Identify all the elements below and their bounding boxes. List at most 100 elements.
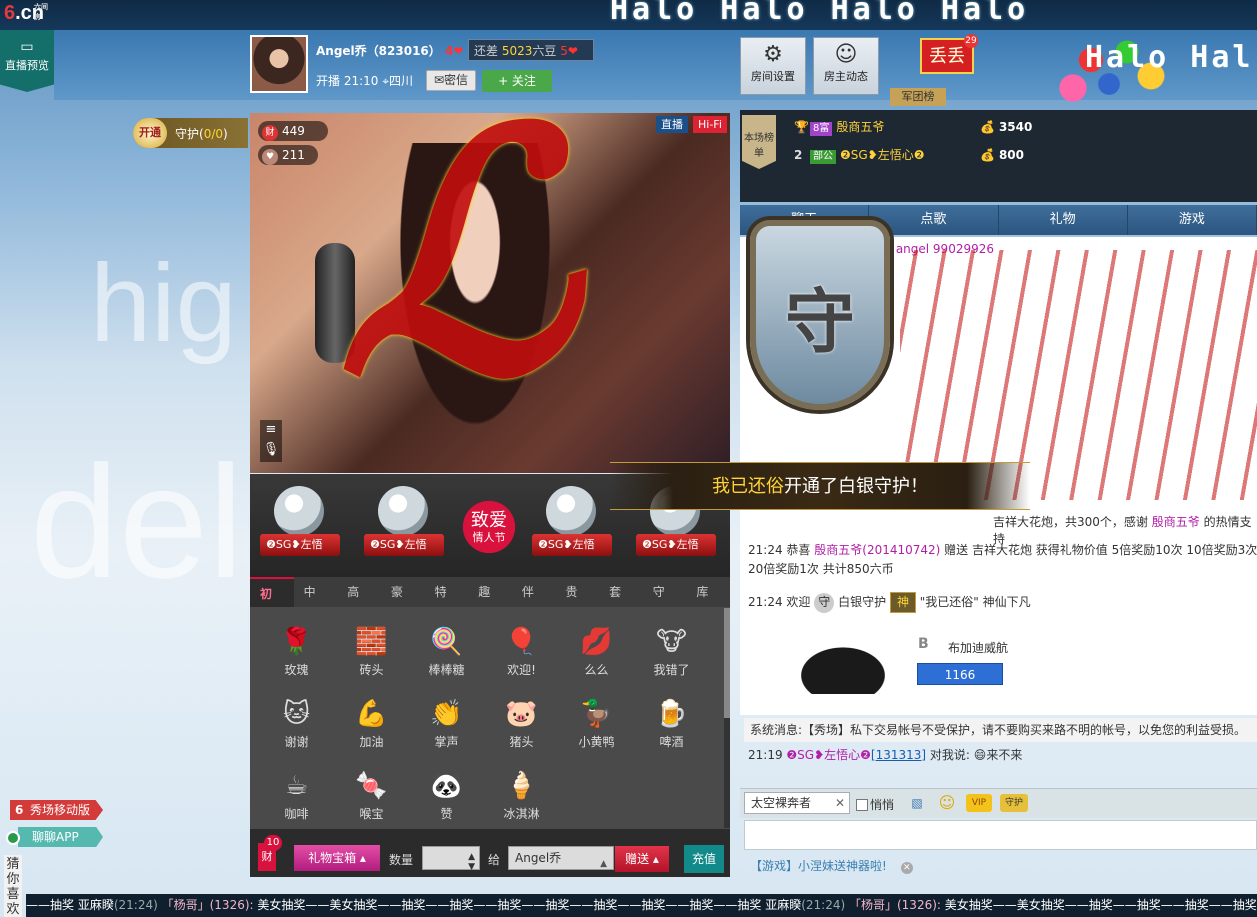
gift-name: 玫瑰: [284, 663, 309, 677]
site-logo[interactable]: 6.cn 六间房: [4, 2, 54, 28]
crystal-ball-gift[interactable]: ❷SG❥左悟: [528, 486, 616, 564]
gift-item[interactable]: ☕ 咖啡: [259, 753, 334, 825]
fan-group-rank-button[interactable]: 军团榜: [890, 88, 946, 106]
crystal-ball-gift[interactable]: ❷SG❥左悟: [360, 486, 448, 564]
guard-shield-effect: 守: [700, 180, 940, 450]
mic-icon[interactable]: 🎙: [260, 440, 282, 460]
gift-item[interactable]: 🐮 我错了: [634, 609, 709, 681]
rank-row[interactable]: 2 部公 ❷SG❥左悟心❷ 💰 800: [794, 144, 1094, 166]
scroll-thumb[interactable]: [724, 608, 730, 718]
room-settings-button[interactable]: ⚙ 房间设置: [740, 37, 806, 95]
quantity-input[interactable]: ▲ ▼: [422, 846, 480, 872]
gift-tab[interactable]: 库存: [686, 577, 730, 629]
room-marquee: Halo Halo Halo Halo: [610, 0, 1030, 27]
stepper-icon[interactable]: ▲ ▼: [468, 852, 475, 872]
gift-item[interactable]: 🎈 欢迎!: [484, 609, 559, 681]
gift-tab[interactable]: 高级: [337, 577, 381, 629]
wealth-button[interactable]: 财 10: [258, 835, 282, 871]
gift-icon: 💪: [355, 699, 388, 729]
user-icon: ☺: [834, 42, 858, 67]
menu-icon[interactable]: ≡: [260, 420, 282, 440]
coins-icon: 💰: [980, 148, 995, 162]
gift-tab[interactable]: 初级: [250, 577, 294, 631]
chat-message: 21:24 恭喜 殷商五爷(201410742) 赠送 吉祥大花炮 获得礼物价值…: [748, 543, 1257, 576]
gift-tab[interactable]: 伴舞: [512, 577, 556, 629]
gift-treasure-button[interactable]: 礼物宝箱 ▴: [294, 845, 380, 871]
gift-item[interactable]: 🐱 谢谢: [259, 681, 334, 753]
car-name: 布加迪威航: [948, 641, 1009, 655]
gift-tab[interactable]: 特殊: [425, 577, 469, 629]
gift-item[interactable]: 🐷 猪头: [484, 681, 559, 753]
user-id-link[interactable]: [131313]: [871, 748, 926, 762]
image-icon[interactable]: ▧: [906, 794, 928, 812]
valentines-badge[interactable]: 致爱 情人节: [457, 498, 521, 556]
gift-icon: 🐱: [282, 699, 311, 729]
guard-icon[interactable]: 守护: [1000, 794, 1028, 812]
gift-item[interactable]: 🍦 冰淇淋: [484, 753, 559, 825]
private-chat-line: 21:19 ❷SG❥左悟心❷[131313] 对我说: 😄来不来: [748, 748, 1023, 762]
gift-item[interactable]: 💪 加油: [334, 681, 409, 753]
tab-gifts[interactable]: 礼物: [999, 205, 1128, 235]
gift-tab[interactable]: 守护: [643, 577, 687, 629]
ticker-segment: 美女抽奖——美女抽奖——抽奖——抽奖——抽奖——抽奖——抽奖——抽奖——抽奖——…: [257, 898, 762, 912]
gift-name: 棒棒糖: [428, 663, 465, 677]
car-image: [778, 632, 908, 694]
guard-widget[interactable]: 开通 守护(0/0): [133, 118, 248, 148]
tab-games[interactable]: 游戏: [1128, 205, 1257, 235]
crystal-ball-gift[interactable]: ❷SG❥左悟: [256, 486, 344, 564]
gift-icon: 🐷: [505, 699, 538, 729]
chat-target-select[interactable]: 太空裸奔者 ✕: [744, 792, 850, 814]
ticker-segment: (21:24): [113, 898, 158, 912]
host-feed-button[interactable]: ☺ 房主动态: [813, 37, 879, 95]
gift-tabs: 初级中级高级豪华特殊趣味伴舞贵族套礼守护库存: [250, 577, 730, 631]
guess-you-like-button[interactable]: 猜你喜欢: [4, 855, 22, 917]
likes-counter: ♥ 211: [258, 145, 318, 165]
ticker-segment: (21:24): [801, 898, 846, 912]
gift-icon: ☕: [284, 771, 309, 801]
fan-group-flag[interactable]: 丢丢 29: [920, 34, 978, 74]
audio-controls[interactable]: ≡ 🎙: [260, 420, 282, 462]
send-gift-button[interactable]: 赠送 ▴: [615, 846, 669, 872]
gift-item[interactable]: 🐼 赞: [409, 753, 484, 825]
close-icon[interactable]: ✕: [900, 862, 913, 874]
gift-tab[interactable]: 豪华: [381, 577, 425, 629]
vip-icon[interactable]: VIP: [966, 794, 992, 812]
host-avatar[interactable]: [250, 35, 308, 93]
gift-item[interactable]: 🍬 喉宝: [334, 753, 409, 825]
gift-scrollbar[interactable]: [724, 608, 730, 828]
gift-tab[interactable]: 贵族: [555, 577, 599, 629]
recipient-select[interactable]: Angel乔 ▲: [508, 846, 614, 870]
mobile-version-link[interactable]: 6 秀场移动版: [10, 800, 103, 820]
session-rank-badge[interactable]: 本场榜单: [742, 115, 776, 169]
gift-item[interactable]: 🦆 小黄鸭: [559, 681, 634, 753]
close-icon[interactable]: ✕: [835, 793, 845, 813]
gift-tab[interactable]: 趣味: [468, 577, 512, 629]
gift-item[interactable]: 🧱 砖头: [334, 609, 409, 681]
game-ad-link[interactable]: 【游戏】小涅妹送神器啦! ✕: [750, 857, 913, 874]
quiet-checkbox[interactable]: 悄悄: [856, 796, 894, 813]
gift-item[interactable]: 💋 么么: [559, 609, 634, 681]
gift-tab[interactable]: 套礼: [599, 577, 643, 629]
chat-app-link[interactable]: 聊聊APP: [18, 827, 103, 847]
gift-item[interactable]: 👏 掌声: [409, 681, 484, 753]
onair-info: 开播 21:10 ⌖四川: [316, 74, 414, 88]
gift-tab[interactable]: 中级: [294, 577, 338, 629]
tv-icon: ▭: [20, 39, 34, 55]
gift-item[interactable]: 🍭 棒棒糖: [409, 609, 484, 681]
gift-item[interactable]: 🍺 啤酒: [634, 681, 709, 753]
gift-name: 加油: [359, 735, 384, 749]
rank-row[interactable]: 🏆 8富 殷商五爷 💰 3540: [794, 116, 1094, 138]
gift-item[interactable]: 🌹 玫瑰: [259, 609, 334, 681]
guard-count: 守护(0/0): [175, 127, 228, 141]
checkbox-box[interactable]: [856, 799, 868, 811]
host-name[interactable]: Angel乔（823016） 4❤: [316, 42, 463, 59]
live-preview-button[interactable]: ▭ 直播预览: [0, 30, 54, 92]
gift-icon: 🐼: [430, 771, 463, 801]
gift-icon: 🍦: [505, 771, 538, 801]
recharge-button[interactable]: 充值: [684, 845, 724, 873]
open-guard-button[interactable]: 开通: [133, 118, 167, 148]
gift-name: 欢迎!: [507, 663, 536, 677]
gift-name: 啤酒: [659, 735, 684, 749]
emoji-icon[interactable]: ☺: [936, 794, 958, 812]
chat-input[interactable]: [744, 820, 1257, 850]
